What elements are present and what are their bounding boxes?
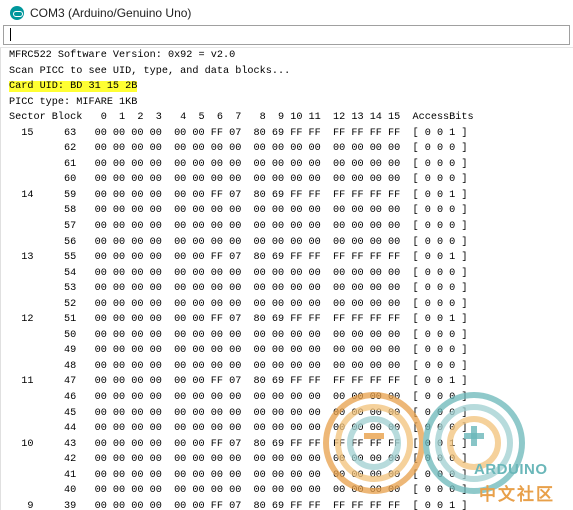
serial-line: 13 55 00 00 00 00 00 00 FF 07 80 69 FF F…: [9, 252, 468, 264]
window-title: COM3 (Arduino/Genuino Uno): [30, 6, 192, 20]
serial-line: 49 00 00 00 00 00 00 00 00 00 00 00 00 0…: [9, 345, 468, 357]
serial-line: 53 00 00 00 00 00 00 00 00 00 00 00 00 0…: [9, 283, 468, 295]
serial-line: Card UID: BD 31 15 2B: [1, 79, 573, 95]
serial-line: 52 00 00 00 00 00 00 00 00 00 00 00 00 0…: [9, 298, 468, 310]
serial-line: 46 00 00 00 00 00 00 00 00 00 00 00 00 0…: [9, 392, 468, 404]
title-bar: COM3 (Arduino/Genuino Uno): [0, 0, 573, 26]
serial-line: 11 47 00 00 00 00 00 00 FF 07 80 69 FF F…: [9, 376, 468, 388]
serial-line: 58 00 00 00 00 00 00 00 00 00 00 00 00 0…: [9, 205, 468, 217]
serial-line: 50 00 00 00 00 00 00 00 00 00 00 00 00 0…: [9, 329, 468, 341]
serial-line: 61 00 00 00 00 00 00 00 00 00 00 00 00 0…: [9, 158, 468, 170]
text-caret: [10, 28, 11, 41]
serial-line: 60 00 00 00 00 00 00 00 00 00 00 00 00 0…: [9, 174, 468, 186]
highlighted-card-uid: Card UID: BD 31 15 2B: [9, 81, 138, 93]
serial-line: 56 00 00 00 00 00 00 00 00 00 00 00 00 0…: [9, 236, 468, 248]
serial-line: 12 51 00 00 00 00 00 00 FF 07 80 69 FF F…: [9, 314, 468, 326]
serial-line: PICC type: MIFARE 1KB: [9, 96, 138, 108]
serial-line: 54 00 00 00 00 00 00 00 00 00 00 00 00 0…: [9, 267, 468, 279]
watermark-brand: ARDUINO: [474, 461, 548, 478]
serial-line: 15 63 00 00 00 00 00 00 FF 07 80 69 FF F…: [9, 127, 468, 139]
serial-line: 14 59 00 00 00 00 00 00 FF 07 80 69 FF F…: [9, 189, 468, 201]
serial-line: Scan PICC to see UID, type, and data blo…: [9, 65, 291, 77]
watermark-subtitle: 中文社区: [479, 485, 555, 505]
arduino-icon: [10, 6, 24, 20]
serial-line: 44 00 00 00 00 00 00 00 00 00 00 00 00 0…: [9, 423, 468, 435]
serial-line: 10 43 00 00 00 00 00 00 FF 07 80 69 FF F…: [9, 438, 468, 450]
serial-line: 57 00 00 00 00 00 00 00 00 00 00 00 00 0…: [9, 221, 468, 233]
serial-line: 48 00 00 00 00 00 00 00 00 00 00 00 00 0…: [9, 360, 468, 372]
serial-line: Sector Block 0 1 2 3 4 5 6 7 8 9 10 11 1…: [9, 112, 474, 124]
send-input[interactable]: [3, 25, 570, 45]
serial-line: 45 00 00 00 00 00 00 00 00 00 00 00 00 0…: [9, 407, 468, 419]
serial-output[interactable]: MFRC522 Software Version: 0x92 = v2.0 Sca…: [0, 48, 573, 510]
serial-line: 62 00 00 00 00 00 00 00 00 00 00 00 00 0…: [9, 143, 468, 155]
serial-line: MFRC522 Software Version: 0x92 = v2.0: [9, 50, 236, 61]
